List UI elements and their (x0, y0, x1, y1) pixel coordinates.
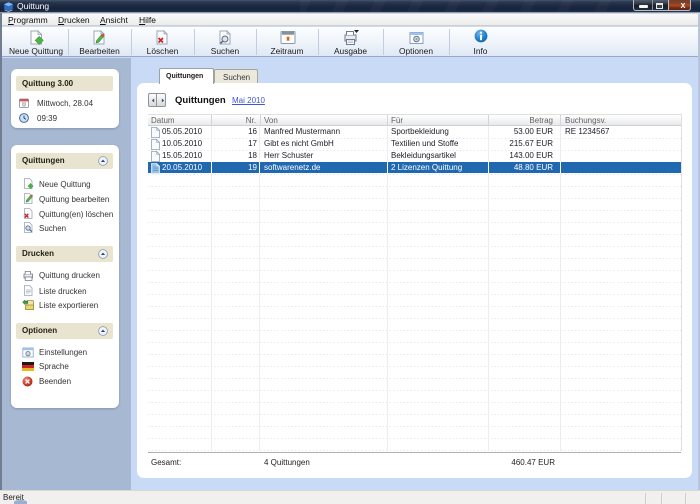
svg-text:1: 1 (23, 103, 25, 107)
